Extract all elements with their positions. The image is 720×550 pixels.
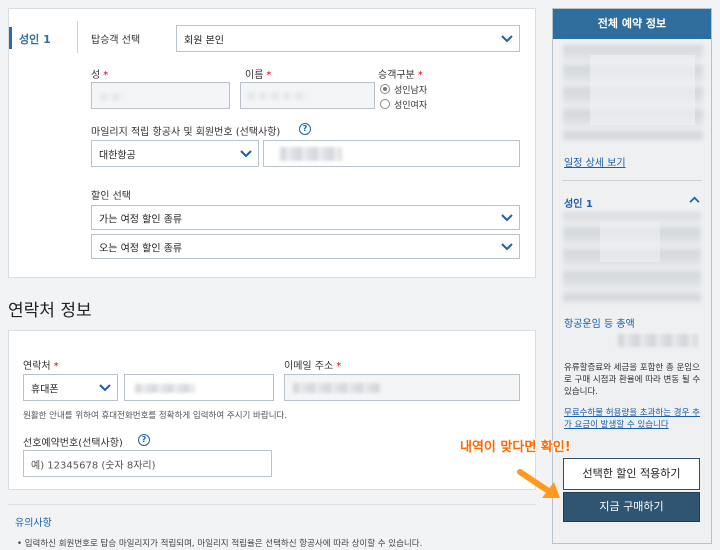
passenger-type-label: 탑승객 선택 xyxy=(91,35,141,46)
chevron-down-icon xyxy=(501,34,513,42)
mileage-label: 마일리지 적립 항공사 및 회원번호 (선택사항) xyxy=(91,127,281,138)
preferred-booking-input[interactable]: 예) 12345678 (숫자 8자리) xyxy=(23,450,272,477)
chevron-up-icon[interactable] xyxy=(689,196,700,203)
masked-value xyxy=(293,383,381,393)
airline-select[interactable]: 대한항공 xyxy=(91,140,259,167)
chevron-down-icon xyxy=(99,383,111,391)
notice-divider xyxy=(8,504,536,505)
gender-label: 승객구분 * xyxy=(378,70,423,81)
masked-value xyxy=(247,92,307,100)
masked-total xyxy=(618,334,698,347)
sidebar-pax-label: 성인 1 xyxy=(564,199,593,210)
annotation-callout: 내역이 맞다면 확인! xyxy=(460,440,571,455)
discount-label: 할인 선택 xyxy=(91,191,131,202)
annotation-arrow-icon xyxy=(517,469,560,498)
contact-section-title: 연락처 정보 xyxy=(8,301,92,321)
fare-total-label: 항공운임 등 총액 xyxy=(564,319,635,330)
apply-discount-button[interactable]: 선택한 할인 적용하기 xyxy=(563,458,700,490)
masked-value xyxy=(280,147,342,161)
phone-label: 연락처 * xyxy=(23,361,59,372)
notice-bullet: • 입력하신 회원번호로 탑승 마일리지가 적립되며, 마일리지 적립율은 선택… xyxy=(17,539,423,549)
sidebar-divider xyxy=(562,180,702,181)
itinerary-detail-link[interactable]: 일정 상세 보기 xyxy=(564,154,626,169)
masked-value xyxy=(100,93,124,101)
fare-note: 유류할증료와 세금을 포함한 총 운임으로 구매 시점과 환율에 따라 변동 될… xyxy=(564,363,701,397)
email-label: 이메일 주소 * xyxy=(284,361,342,372)
surname-field[interactable] xyxy=(91,82,230,109)
outbound-discount-select[interactable]: 가는 여정 할인 종류 xyxy=(91,205,520,230)
notice-title: 유의사항 xyxy=(15,518,52,529)
radio-icon xyxy=(380,99,390,109)
surname-label: 성 * xyxy=(91,70,109,81)
chevron-down-icon xyxy=(501,213,513,221)
passenger-tag-label: 성인 1 xyxy=(19,33,51,46)
email-field[interactable] xyxy=(284,374,520,401)
preferred-booking-label: 선호예약번호(선택사항) xyxy=(23,438,123,449)
radio-icon xyxy=(380,84,390,94)
member-number-field[interactable] xyxy=(263,140,520,167)
inbound-discount-select[interactable]: 오는 여정 할인 종류 xyxy=(91,234,520,259)
chevron-down-icon xyxy=(240,149,252,157)
masked-itinerary-gap xyxy=(590,55,695,125)
masked-value xyxy=(135,384,195,393)
phone-number-field[interactable] xyxy=(124,374,274,401)
passenger-type-select[interactable]: 회원 본인 xyxy=(176,25,520,52)
tag-divider xyxy=(77,21,78,53)
help-icon[interactable]: ? xyxy=(299,123,311,135)
phone-hint: 원활한 안내를 위하여 휴대전화번호를 정확하게 입력하여 주시기 바랍니다. xyxy=(23,411,288,421)
given-name-label: 이름 * xyxy=(245,70,272,81)
masked-fare-gap xyxy=(600,222,660,262)
phone-type-select[interactable]: 휴대폰 xyxy=(23,374,118,401)
help-icon[interactable]: ? xyxy=(138,434,150,446)
chevron-down-icon xyxy=(501,242,513,250)
summary-title: 전체 예약 정보 xyxy=(553,9,711,39)
baggage-link[interactable]: 무료수하물 허용량을 초과하는 경우 추가 요금이 발생할 수 있습니다 xyxy=(564,407,704,431)
given-name-field[interactable] xyxy=(240,82,375,109)
buy-now-button[interactable]: 지금 구매하기 xyxy=(563,492,700,522)
